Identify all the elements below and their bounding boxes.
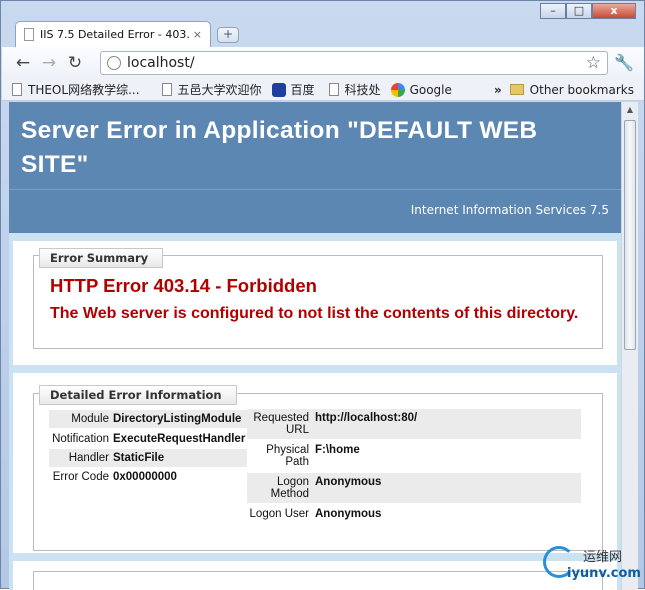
scroll-thumb[interactable]	[624, 120, 636, 350]
bookmarks-bar: THEOL网络教学综... 五邑大学欢迎你 百度 科技处 Google » Ot…	[2, 79, 644, 101]
error-summary-panel: Error Summary HTTP Error 403.14 - Forbid…	[13, 241, 617, 365]
table-row: Module DirectoryListingModule	[49, 410, 247, 428]
error-heading: HTTP Error 403.14 - Forbidden	[50, 275, 317, 296]
browser-window: – □ x IIS 7.5 Detailed Error - 403... × …	[0, 0, 645, 590]
bookmark-label: 科技处	[344, 83, 381, 97]
page-icon	[161, 83, 172, 96]
wrench-menu-icon[interactable]: 🔧	[614, 53, 634, 72]
bookmark-label: 五邑大学欢迎你	[177, 83, 262, 97]
scroll-up-arrow[interactable]: ▲	[622, 102, 638, 118]
vertical-scrollbar[interactable]: ▲	[621, 102, 638, 590]
bookmark-label: Google	[409, 82, 452, 97]
detail-value: Anonymous	[315, 476, 382, 488]
bookmark-item[interactable]: 百度	[271, 81, 315, 98]
active-tab[interactable]: IIS 7.5 Detailed Error - 403... ×	[15, 21, 211, 47]
detail-label: Logon Method	[270, 476, 309, 500]
detailed-error-panel: Detailed Error Information Module Direct…	[13, 373, 617, 553]
detail-value: Anonymous	[315, 508, 382, 520]
detail-label: Handler	[68, 452, 109, 464]
table-row: Handler StaticFile	[49, 449, 247, 467]
watermark-cn: 运维网	[583, 550, 623, 565]
table-row: Notification ExecuteRequestHandler	[49, 430, 247, 448]
bookmark-item[interactable]: 科技处	[328, 81, 381, 98]
detail-label: Notification	[52, 433, 109, 445]
server-name: Internet Information Services 7.5	[410, 203, 609, 217]
watermark-en: iyunv.com	[567, 566, 641, 581]
summary-legend: Error Summary	[39, 248, 163, 268]
detail-legend: Detailed Error Information	[39, 385, 237, 405]
detail-label: Module	[71, 413, 109, 425]
minimize-button[interactable]: –	[540, 3, 566, 19]
page-icon	[328, 83, 339, 96]
folder-icon	[509, 84, 524, 95]
page-header: Server Error in Application "DEFAULT WEB…	[9, 102, 621, 189]
table-row: Logon Method Anonymous	[247, 473, 581, 503]
detail-value: 0x00000000	[113, 471, 177, 483]
other-bookmarks[interactable]: Other bookmarks	[509, 82, 634, 97]
table-row: Physical Path F:\home	[247, 441, 581, 471]
globe-icon	[107, 56, 121, 70]
error-message: The Web server is configured to not list…	[50, 305, 579, 322]
table-row: Logon User Anonymous	[247, 505, 581, 535]
window-controls: – □ x	[540, 3, 636, 19]
bookmark-label: 百度	[290, 83, 315, 97]
bookmark-item[interactable]: Google	[390, 82, 452, 97]
baidu-paw-icon	[271, 82, 286, 97]
page-icon	[24, 28, 34, 41]
close-window-button[interactable]: x	[592, 3, 636, 19]
detail-value: StaticFile	[113, 452, 165, 464]
detail-label: Logon User	[249, 508, 309, 520]
bookmark-label: THEOL网络教学综...	[28, 83, 140, 97]
detail-value: http://localhost:80/	[315, 412, 418, 424]
close-tab-icon[interactable]: ×	[193, 28, 202, 41]
page-icon	[12, 83, 22, 96]
other-bookmarks-label: Other bookmarks	[529, 82, 634, 97]
tab-title: IIS 7.5 Detailed Error - 403...	[40, 28, 189, 41]
page-title: Server Error in Application "DEFAULT WEB…	[21, 117, 538, 178]
detail-label: Requested URL	[253, 412, 309, 436]
bookmark-star-icon[interactable]: ☆	[586, 53, 601, 73]
address-bar[interactable]: localhost/ ☆	[100, 51, 608, 75]
detail-label: Physical Path	[266, 444, 309, 468]
more-bookmarks-chevron[interactable]: »	[494, 83, 502, 97]
next-panel	[13, 561, 617, 590]
detail-value: DirectoryListingModule	[113, 413, 242, 425]
next-box	[33, 571, 603, 590]
detail-label: Error Code	[52, 471, 109, 483]
maximize-button[interactable]: □	[566, 3, 592, 19]
detail-value: ExecuteRequestHandler	[113, 433, 246, 445]
bookmark-item[interactable]: 五邑大学欢迎你	[161, 81, 262, 98]
page-viewport: Server Error in Application "DEFAULT WEB…	[9, 102, 621, 590]
table-row: Requested URL http://localhost:80/	[247, 409, 581, 439]
bookmark-item[interactable]: THEOL网络教学综...	[12, 81, 140, 98]
forward-button[interactable]: →	[36, 53, 62, 73]
back-button[interactable]: ←	[10, 53, 36, 73]
reload-button[interactable]: ↻	[62, 53, 88, 73]
navigation-toolbar: ← → ↻ localhost/ ☆ 🔧	[2, 47, 644, 79]
server-banner: Internet Information Services 7.5	[9, 189, 621, 233]
new-tab-button[interactable]: +	[217, 27, 239, 43]
google-icon	[390, 82, 405, 97]
summary-box	[33, 255, 603, 349]
watermark: 运维网 iyunv.com	[541, 546, 641, 586]
detail-value: F:\home	[315, 444, 360, 456]
url-text[interactable]: localhost/	[127, 55, 586, 71]
table-row: Error Code 0x00000000	[49, 469, 247, 497]
